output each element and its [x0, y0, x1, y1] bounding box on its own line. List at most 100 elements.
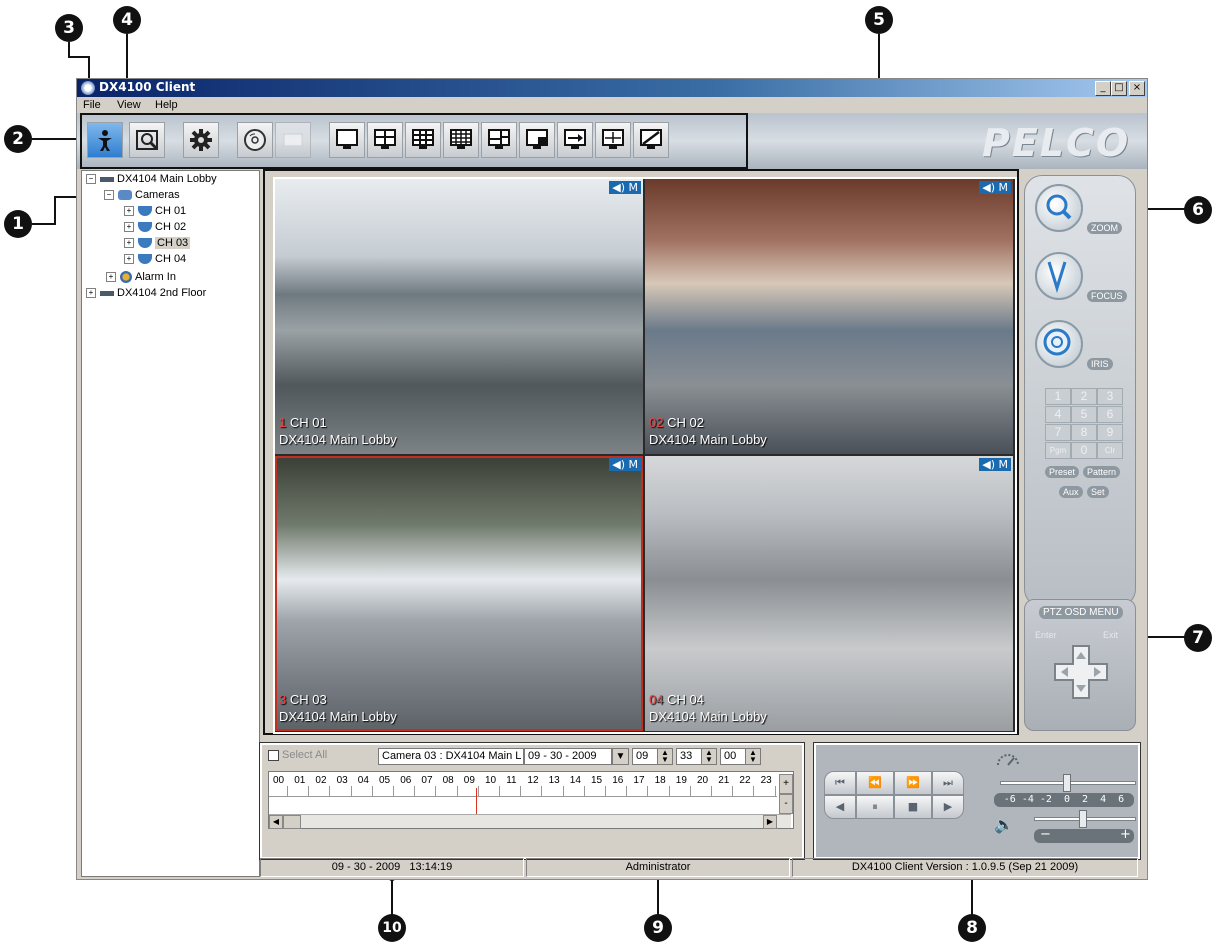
tree-node-ch04[interactable]: + CH 04 [124, 253, 186, 268]
timeline-hour-label: 13 [548, 775, 560, 786]
hour-field[interactable]: 09 [632, 748, 658, 765]
export-disc-button[interactable] [237, 122, 273, 158]
menu-file[interactable]: File [83, 99, 101, 111]
instant-playback-button[interactable] [633, 122, 669, 158]
close-button[interactable]: × [1129, 81, 1145, 96]
expand-icon[interactable]: + [124, 206, 134, 217]
video-tile-ch03[interactable]: ◀) M 3 CH 03 DX4104 Main Lobby [275, 456, 643, 731]
keypad-3[interactable]: 3 [1097, 388, 1123, 405]
full-screen-button[interactable] [595, 122, 631, 158]
tree-node-ch02[interactable]: + CH 02 [124, 221, 186, 236]
video-tile-ch04[interactable]: ◀) M 04 CH 04 DX4104 Main Lobby [645, 456, 1013, 731]
speed-slider[interactable] [1000, 774, 1136, 792]
fast-forward-button[interactable]: ⏩ [894, 771, 932, 795]
app-logo-icon[interactable] [81, 81, 95, 95]
timeline-zoom-out-button[interactable]: - [779, 794, 793, 814]
preset-button[interactable]: Preset [1045, 466, 1080, 478]
aux-button[interactable]: Aux [1059, 486, 1083, 498]
rewind-button[interactable]: ⏪ [856, 771, 894, 795]
select-all-checkbox[interactable] [268, 750, 279, 761]
layout-pip-button[interactable] [519, 122, 555, 158]
keypad-0[interactable]: 0 [1071, 442, 1097, 459]
minute-spinner[interactable]: ▲ ▼ [701, 748, 717, 765]
keypad-pgm[interactable]: Pgm [1045, 442, 1071, 459]
minute-field[interactable]: 33 [676, 748, 702, 765]
maximize-button[interactable]: □ [1111, 81, 1127, 96]
tree-node-main-lobby[interactable]: − DX4104 Main Lobby [86, 173, 217, 188]
expand-icon[interactable]: + [124, 238, 134, 249]
reverse-play-button[interactable]: ◀ [824, 795, 856, 819]
tree-node-cameras[interactable]: − Cameras [104, 189, 180, 204]
timeline-zoom-in-button[interactable]: + [779, 774, 793, 794]
print-button[interactable] [275, 122, 311, 158]
keypad-2[interactable]: 2 [1071, 388, 1097, 405]
expand-icon[interactable]: + [106, 272, 116, 283]
keypad-clr[interactable]: Clr [1097, 442, 1123, 459]
speed-slider-thumb[interactable] [1063, 774, 1071, 792]
zoom-button[interactable] [1035, 184, 1083, 232]
osd-direction-pad[interactable] [1053, 644, 1109, 700]
keypad-9[interactable]: 9 [1097, 424, 1123, 441]
minimize-button[interactable]: _ [1095, 81, 1111, 96]
go-to-start-button[interactable]: ⏮ [824, 771, 856, 795]
stop-button[interactable]: ■ [894, 795, 932, 819]
set-button[interactable]: Set [1087, 486, 1109, 498]
scroll-left-arrow[interactable]: ◀ [269, 815, 283, 829]
keypad-8[interactable]: 8 [1071, 424, 1097, 441]
second-field[interactable]: 00 [720, 748, 746, 765]
expand-icon[interactable]: + [86, 288, 96, 299]
second-spinner[interactable]: ▲ ▼ [745, 748, 761, 765]
tree-node-alarm-in[interactable]: + Alarm In [106, 271, 176, 286]
expand-icon[interactable]: + [124, 222, 134, 233]
tree-node-ch03[interactable]: + CH 03 [124, 237, 191, 252]
iris-button[interactable] [1035, 320, 1083, 368]
sequence-button[interactable] [557, 122, 593, 158]
pause-button[interactable]: ⏸ [856, 795, 894, 819]
timeline[interactable]: 00 01 02 03 04 05 06 07 08 09 10 11 12 13 14 15 16 17 18 19… [268, 771, 794, 829]
volume-slider[interactable] [1034, 810, 1136, 828]
collapse-icon[interactable]: − [86, 174, 96, 185]
keypad-1[interactable]: 1 [1045, 388, 1071, 405]
pattern-button[interactable]: Pattern [1083, 466, 1121, 478]
volume-slider-thumb[interactable] [1079, 810, 1087, 828]
go-to-end-button[interactable]: ⏭ [932, 771, 964, 795]
channel-number: 02 [649, 415, 664, 430]
title-bar[interactable]: DX4100 Client _ □ × [77, 79, 1147, 97]
keypad-6[interactable]: 6 [1097, 406, 1123, 423]
focus-button[interactable] [1035, 252, 1083, 300]
video-tile-ch02[interactable]: ◀) M 02 CH 02 DX4104 Main Lobby [645, 179, 1013, 454]
keypad-5[interactable]: 5 [1071, 406, 1097, 423]
keypad-7[interactable]: 7 [1045, 424, 1071, 441]
scroll-right-arrow[interactable]: ▶ [763, 815, 777, 829]
keypad-4[interactable]: 4 [1045, 406, 1071, 423]
osd-exit-button[interactable]: Exit [1103, 630, 1118, 640]
camera-select[interactable]: Camera 03 : DX4104 Main L [378, 748, 524, 765]
layout-1x1-button[interactable] [329, 122, 365, 158]
menu-view[interactable]: View [117, 99, 141, 111]
date-picker[interactable]: 09 - 30 - 2009 [524, 748, 612, 765]
layout-3x3-button[interactable] [405, 122, 441, 158]
live-view-button[interactable] [87, 122, 123, 158]
layout-1plus5-button[interactable] [481, 122, 517, 158]
volume-icon[interactable]: 🔈 [994, 815, 1014, 834]
timeline-hour-label: 01 [294, 775, 306, 786]
layout-2x2-button[interactable] [367, 122, 403, 158]
timeline-cursor[interactable] [476, 788, 477, 814]
hour-spinner[interactable]: ▲ ▼ [657, 748, 673, 765]
play-button[interactable]: ▶ [932, 795, 964, 819]
osd-enter-button[interactable]: Enter [1035, 630, 1057, 640]
callout-8: 8 [958, 914, 986, 942]
scroll-thumb[interactable] [283, 815, 301, 829]
video-tile-ch01[interactable]: ◀) M 1 CH 01 DX4104 Main Lobby [275, 179, 643, 454]
tree-node-2nd-floor[interactable]: + DX4104 2nd Floor [86, 287, 206, 302]
date-dropdown-button[interactable]: ▼ [612, 748, 629, 765]
timeline-hour-label: 22 [739, 775, 751, 786]
timeline-scrollbar[interactable]: ◀ ▶ [269, 814, 791, 829]
setup-button[interactable] [183, 122, 219, 158]
menu-help[interactable]: Help [155, 99, 178, 111]
layout-4x4-button[interactable] [443, 122, 479, 158]
expand-icon[interactable]: + [124, 254, 134, 265]
search-button[interactable] [129, 122, 165, 158]
collapse-icon[interactable]: − [104, 190, 114, 201]
tree-node-ch01[interactable]: + CH 01 [124, 205, 186, 220]
